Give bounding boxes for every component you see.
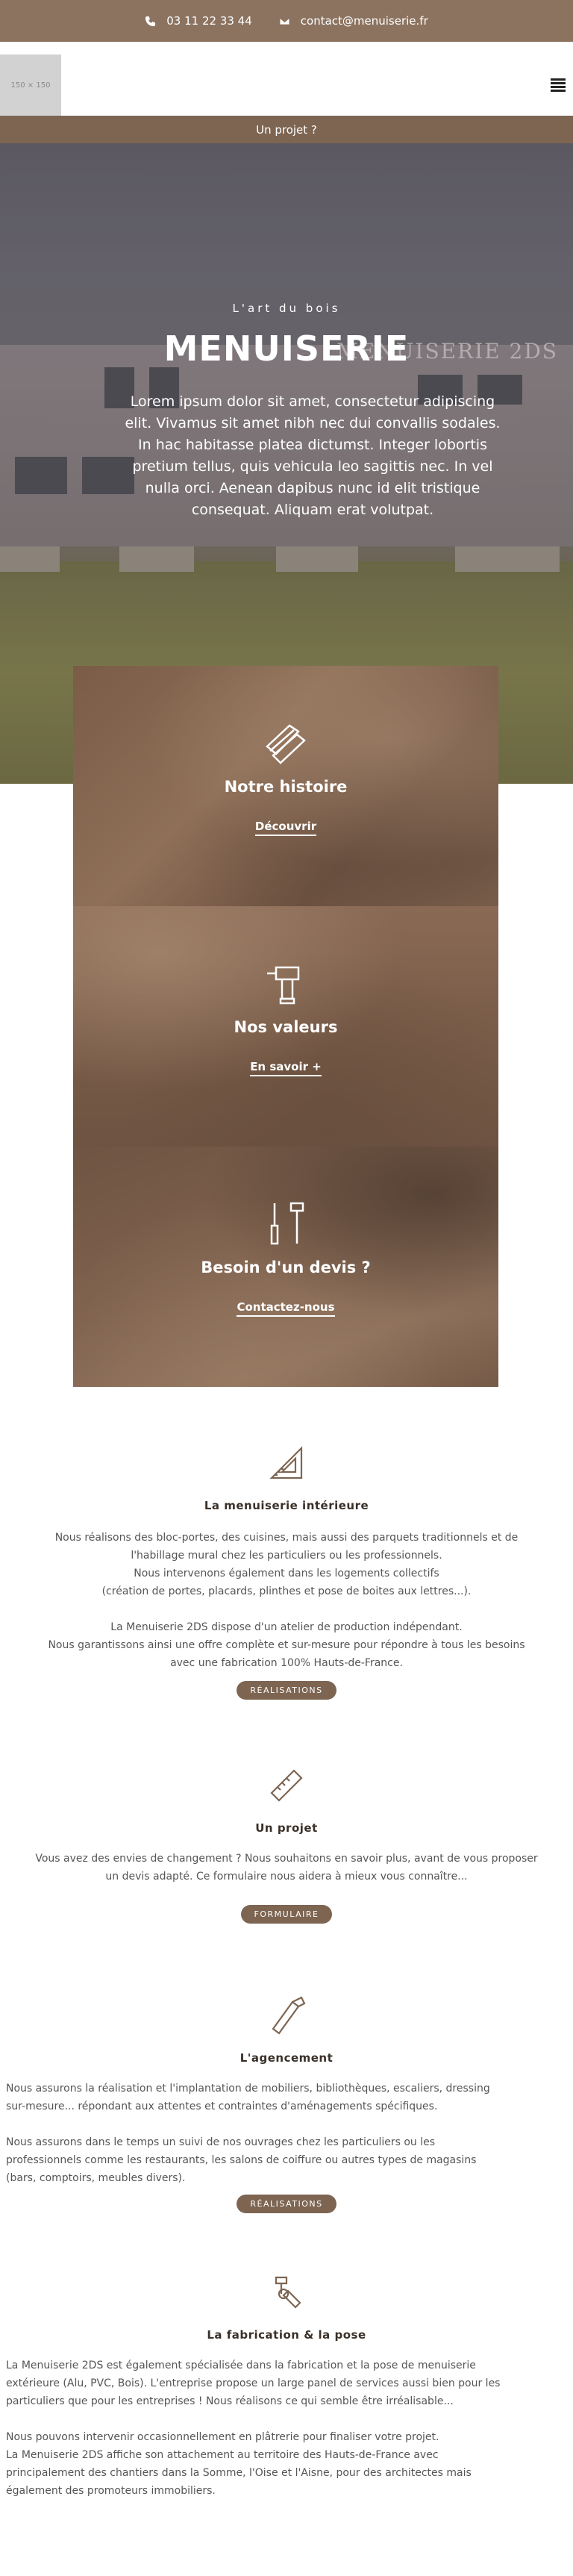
hamburger-icon[interactable] bbox=[549, 76, 567, 94]
section-text: Nous assurons dans le temps un suivi de … bbox=[6, 2136, 477, 2184]
section-title: La menuiserie intérieure bbox=[204, 1499, 369, 1512]
card-title: Besoin d'un devis ? bbox=[201, 1259, 371, 1276]
hero-text: Lorem ipsum dolor sit amet, consectetur … bbox=[125, 393, 501, 518]
section-title: Un projet bbox=[255, 1821, 318, 1835]
realisations-button-2[interactable]: RÉALISATIONS bbox=[237, 2195, 336, 2213]
hero-subtitle: L'art du bois bbox=[232, 302, 341, 315]
section-menuiserie-interieure: La menuiserie intérieure Nous réalisons … bbox=[0, 1442, 573, 1700]
phone-number: 03 11 22 33 44 bbox=[166, 14, 252, 28]
email-link[interactable]: contact@menuiserie.fr bbox=[279, 14, 428, 28]
section-agencement: L'agencement Nous assurons la réalisatio… bbox=[0, 1995, 573, 2213]
card-nos-valeurs: Nos valeurs En savoir + bbox=[73, 906, 498, 1147]
formulaire-button[interactable]: FORMULAIRE bbox=[240, 1905, 333, 1924]
projet-bar-label: Un projet ? bbox=[256, 122, 317, 137]
card-link-contactez[interactable]: Contactez-nous bbox=[237, 1300, 335, 1317]
hammer-wrench-icon bbox=[275, 2276, 301, 2309]
set-square-icon bbox=[269, 1446, 303, 1479]
section-text: Vous avez des envies de changement ? Nou… bbox=[35, 1853, 538, 1883]
drill-icon bbox=[267, 966, 300, 1005]
wood-planks-icon bbox=[266, 724, 306, 764]
card-title: Notre histoire bbox=[224, 778, 348, 796]
contact-bar: 03 11 22 33 44 contact@menuiserie.fr bbox=[0, 0, 573, 42]
card-notre-histoire: Notre histoire Découvrir bbox=[73, 666, 498, 906]
site-header: 150 × 150 bbox=[0, 54, 573, 116]
envelope-icon bbox=[279, 16, 290, 25]
card-link-decouvrir[interactable]: Découvrir bbox=[254, 820, 317, 836]
phone-link[interactable]: 03 11 22 33 44 bbox=[145, 14, 252, 28]
section-text: Nous pouvons intervenir occasionnellemen… bbox=[6, 2431, 472, 2497]
section-fabrication: La fabrication & la pose La Menuiserie 2… bbox=[0, 2271, 573, 2500]
email-address: contact@menuiserie.fr bbox=[300, 14, 428, 28]
ruler-icon bbox=[270, 1769, 303, 1802]
section-text: La Menuiserie 2DS dispose d'un atelier d… bbox=[48, 1621, 525, 1669]
card-devis: Besoin d'un devis ? Contactez-nous bbox=[73, 1147, 498, 1387]
section-text: Nous assurons la réalisation et l'implan… bbox=[6, 2083, 490, 2112]
realisations-button[interactable]: RÉALISATIONS bbox=[237, 1681, 336, 1700]
hero-title: MENUISERIE bbox=[163, 328, 410, 369]
phone-icon bbox=[145, 16, 156, 26]
saw-icon bbox=[272, 1996, 306, 2035]
section-title: L'agencement bbox=[239, 2051, 334, 2065]
card-link-en-savoir[interactable]: En savoir + bbox=[250, 1060, 322, 1076]
card-title: Nos valeurs bbox=[234, 1018, 338, 1036]
logo-placeholder[interactable]: 150 × 150 bbox=[0, 54, 61, 116]
tools-icon bbox=[270, 1202, 304, 1245]
section-text: Nous réalisons des bloc-portes, des cuis… bbox=[54, 1532, 519, 1597]
section-title: La fabrication & la pose bbox=[207, 2328, 366, 2342]
section-un-projet: Un projet Vous avez des envies de change… bbox=[0, 1765, 573, 1924]
section-text: La Menuiserie 2DS est également spéciali… bbox=[6, 2360, 501, 2407]
projet-link-bar[interactable]: Un projet ? bbox=[0, 116, 573, 143]
